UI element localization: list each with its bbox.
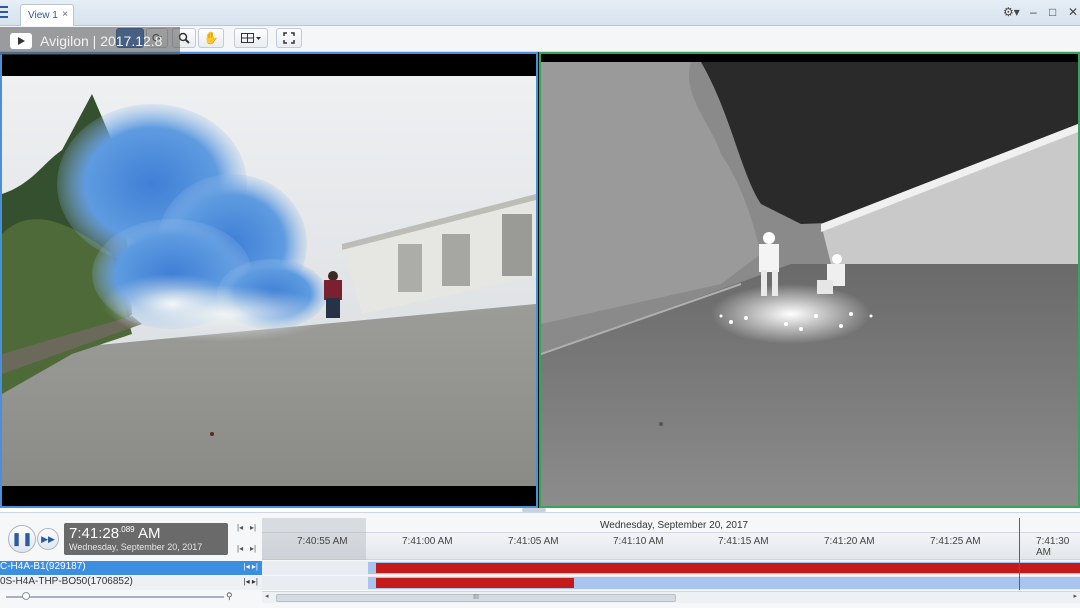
layout-icon bbox=[241, 33, 261, 43]
video-frame-thermal bbox=[541, 54, 1078, 506]
recording-track[interactable] bbox=[262, 576, 1080, 590]
zoom-slider-track[interactable] bbox=[6, 596, 224, 598]
timeline-tick: 7:41:30 AM bbox=[1036, 536, 1070, 558]
fast-forward-button[interactable]: ▶▶ bbox=[37, 528, 59, 550]
jump-back-button[interactable]: |◂ bbox=[237, 544, 243, 553]
pan-button[interactable]: ✋ bbox=[198, 28, 224, 48]
menu-icon[interactable] bbox=[0, 6, 8, 20]
timeline-tick: 7:41:05 AM bbox=[508, 536, 559, 547]
play-logo-icon bbox=[10, 33, 32, 49]
timeline-tick: 7:41:10 AM bbox=[613, 536, 664, 547]
timeline-tick: 7:40:55 AM bbox=[297, 536, 348, 547]
step-forward-button[interactable]: ▸| bbox=[250, 523, 256, 532]
scroll-right-icon[interactable]: ▸ bbox=[1073, 592, 1077, 600]
watermark-text: Avigilon | 2017.12.8 bbox=[40, 33, 163, 49]
pause-button[interactable]: ❚❚ bbox=[8, 525, 36, 553]
settings-gear-icon[interactable]: ⚙▾ bbox=[1003, 5, 1020, 19]
timeline-tick: 7:41:25 AM bbox=[930, 536, 981, 547]
video-frame-visible bbox=[2, 54, 536, 506]
camera-view-visible[interactable] bbox=[0, 52, 538, 508]
recording-track[interactable] bbox=[262, 561, 1080, 575]
app-window: View 1 × ⚙▾ – □ ✕ ⟳ ✋ Avigilon | 2017.12… bbox=[0, 0, 1080, 608]
camera-row-nav[interactable]: |◂ ▸| bbox=[244, 562, 258, 571]
timeline-date-header: Wednesday, September 20, 2017 bbox=[600, 520, 749, 531]
camera-view-thermal[interactable] bbox=[539, 52, 1080, 508]
current-time: 7:41:28.089 AM bbox=[69, 525, 228, 542]
timeline-tick: 7:41:15 AM bbox=[718, 536, 769, 547]
recording-bar bbox=[376, 563, 1080, 573]
scroll-left-icon[interactable]: ◂ bbox=[265, 592, 269, 600]
camera-row[interactable]: 0S-H4A-THP-BO50(1706852) |◂ ▸| bbox=[0, 576, 262, 590]
tab-bar: View 1 × ⚙▾ – □ ✕ bbox=[0, 0, 1080, 26]
camera-row-selected[interactable]: C-H4A-B1(929187) |◂ ▸| bbox=[0, 561, 262, 575]
minimize-icon[interactable]: – bbox=[1030, 5, 1037, 19]
zoom-slider-knob[interactable] bbox=[22, 592, 30, 600]
time-ms: .089 bbox=[119, 525, 135, 534]
zoom-icon[interactable]: ⚲ bbox=[226, 591, 233, 602]
fullscreen-icon bbox=[283, 32, 295, 44]
watermark-overlay: Avigilon | 2017.12.8 bbox=[0, 27, 180, 55]
hand-icon: ✋ bbox=[203, 31, 219, 45]
tab-label: View 1 bbox=[28, 10, 58, 21]
camera-label: 0S-H4A-THP-BO50(1706852) bbox=[0, 576, 133, 587]
close-icon[interactable]: × bbox=[62, 9, 68, 20]
step-back-button[interactable]: |◂ bbox=[237, 523, 243, 532]
camera-label: C-H4A-B1(929187) bbox=[0, 561, 86, 572]
timeline-playhead[interactable] bbox=[1019, 518, 1020, 590]
recording-bar bbox=[376, 578, 574, 588]
time-display: 7:41:28.089 AM Wednesday, September 20, … bbox=[64, 523, 228, 555]
tab-view-1[interactable]: View 1 × bbox=[20, 4, 74, 26]
fast-forward-icon: ▶▶ bbox=[41, 533, 55, 544]
layout-button[interactable] bbox=[234, 28, 268, 48]
time-value: 7:41:28 bbox=[69, 525, 120, 542]
timeline-tick: 7:41:00 AM bbox=[402, 536, 453, 547]
timeline-tick: 7:41:20 AM bbox=[824, 536, 875, 547]
pause-icon: ❚❚ bbox=[11, 531, 33, 546]
maximize-icon[interactable]: □ bbox=[1049, 5, 1056, 19]
video-area bbox=[0, 52, 1080, 508]
time-ampm: AM bbox=[137, 525, 161, 542]
current-date: Wednesday, September 20, 2017 bbox=[69, 542, 203, 552]
camera-row-nav[interactable]: |◂ ▸| bbox=[244, 577, 258, 586]
fullscreen-button[interactable] bbox=[276, 28, 302, 48]
scrollbar-thumb[interactable]: III bbox=[276, 594, 676, 602]
jump-forward-button[interactable]: ▸| bbox=[250, 544, 256, 553]
timeline-scrollbar[interactable]: ◂ III ▸ bbox=[262, 591, 1080, 603]
window-close-icon[interactable]: ✕ bbox=[1068, 5, 1078, 19]
